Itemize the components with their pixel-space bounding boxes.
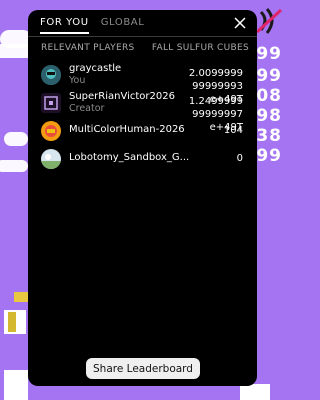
block-decoration <box>8 312 16 332</box>
leaderboard-tabs: FOR YOU GLOBAL <box>40 17 144 34</box>
avatar <box>41 121 61 141</box>
player-role: You <box>69 75 86 86</box>
player-score: 0 <box>236 153 243 164</box>
signal-icon <box>255 7 283 34</box>
leaderboard-row[interactable]: Lobotomy_Sandbox_G... 0 <box>28 147 257 173</box>
block-decoration <box>4 370 28 400</box>
player-name: graycastle <box>69 63 122 74</box>
cloud-decoration <box>4 132 28 146</box>
column-header-score: FALL SULFUR CUBES <box>151 43 249 53</box>
player-role: Creator <box>69 103 105 114</box>
close-icon[interactable] <box>233 16 247 30</box>
tab-global[interactable]: GLOBAL <box>101 17 145 34</box>
leaderboard-panel: FOR YOU GLOBAL RELEVANT PLAYERS FALL SUL… <box>28 10 257 386</box>
player-score: 104 <box>223 125 243 136</box>
column-header-players: RELEVANT PLAYERS <box>41 43 135 53</box>
leaderboard-row[interactable]: SuperRianVictor2026 Creator 1.2499999 99… <box>28 91 257 133</box>
avatar <box>41 65 61 85</box>
header-divider <box>28 36 257 37</box>
leaderboard-row[interactable]: MultiColorHuman-2026 104 <box>28 119 257 145</box>
avatar <box>41 149 61 169</box>
player-name: Lobotomy_Sandbox_G... <box>69 152 190 163</box>
leaderboard-row[interactable]: graycastle You 2.0099999 99999993 e+49T <box>28 63 257 105</box>
share-leaderboard-button[interactable]: Share Leaderboard <box>86 358 200 379</box>
block-decoration <box>240 384 270 400</box>
player-avatar-icon <box>41 65 61 85</box>
avatar <box>41 93 61 113</box>
player-avatar-icon <box>41 121 61 141</box>
cloud-decoration <box>0 160 28 172</box>
player-name: MultiColorHuman-2026 <box>69 124 185 135</box>
block-decoration <box>14 292 28 302</box>
player-avatar-icon <box>41 93 61 113</box>
tab-for-you[interactable]: FOR YOU <box>40 17 89 34</box>
player-name: SuperRianVictor2026 <box>69 91 175 102</box>
player-avatar-icon <box>41 149 61 169</box>
